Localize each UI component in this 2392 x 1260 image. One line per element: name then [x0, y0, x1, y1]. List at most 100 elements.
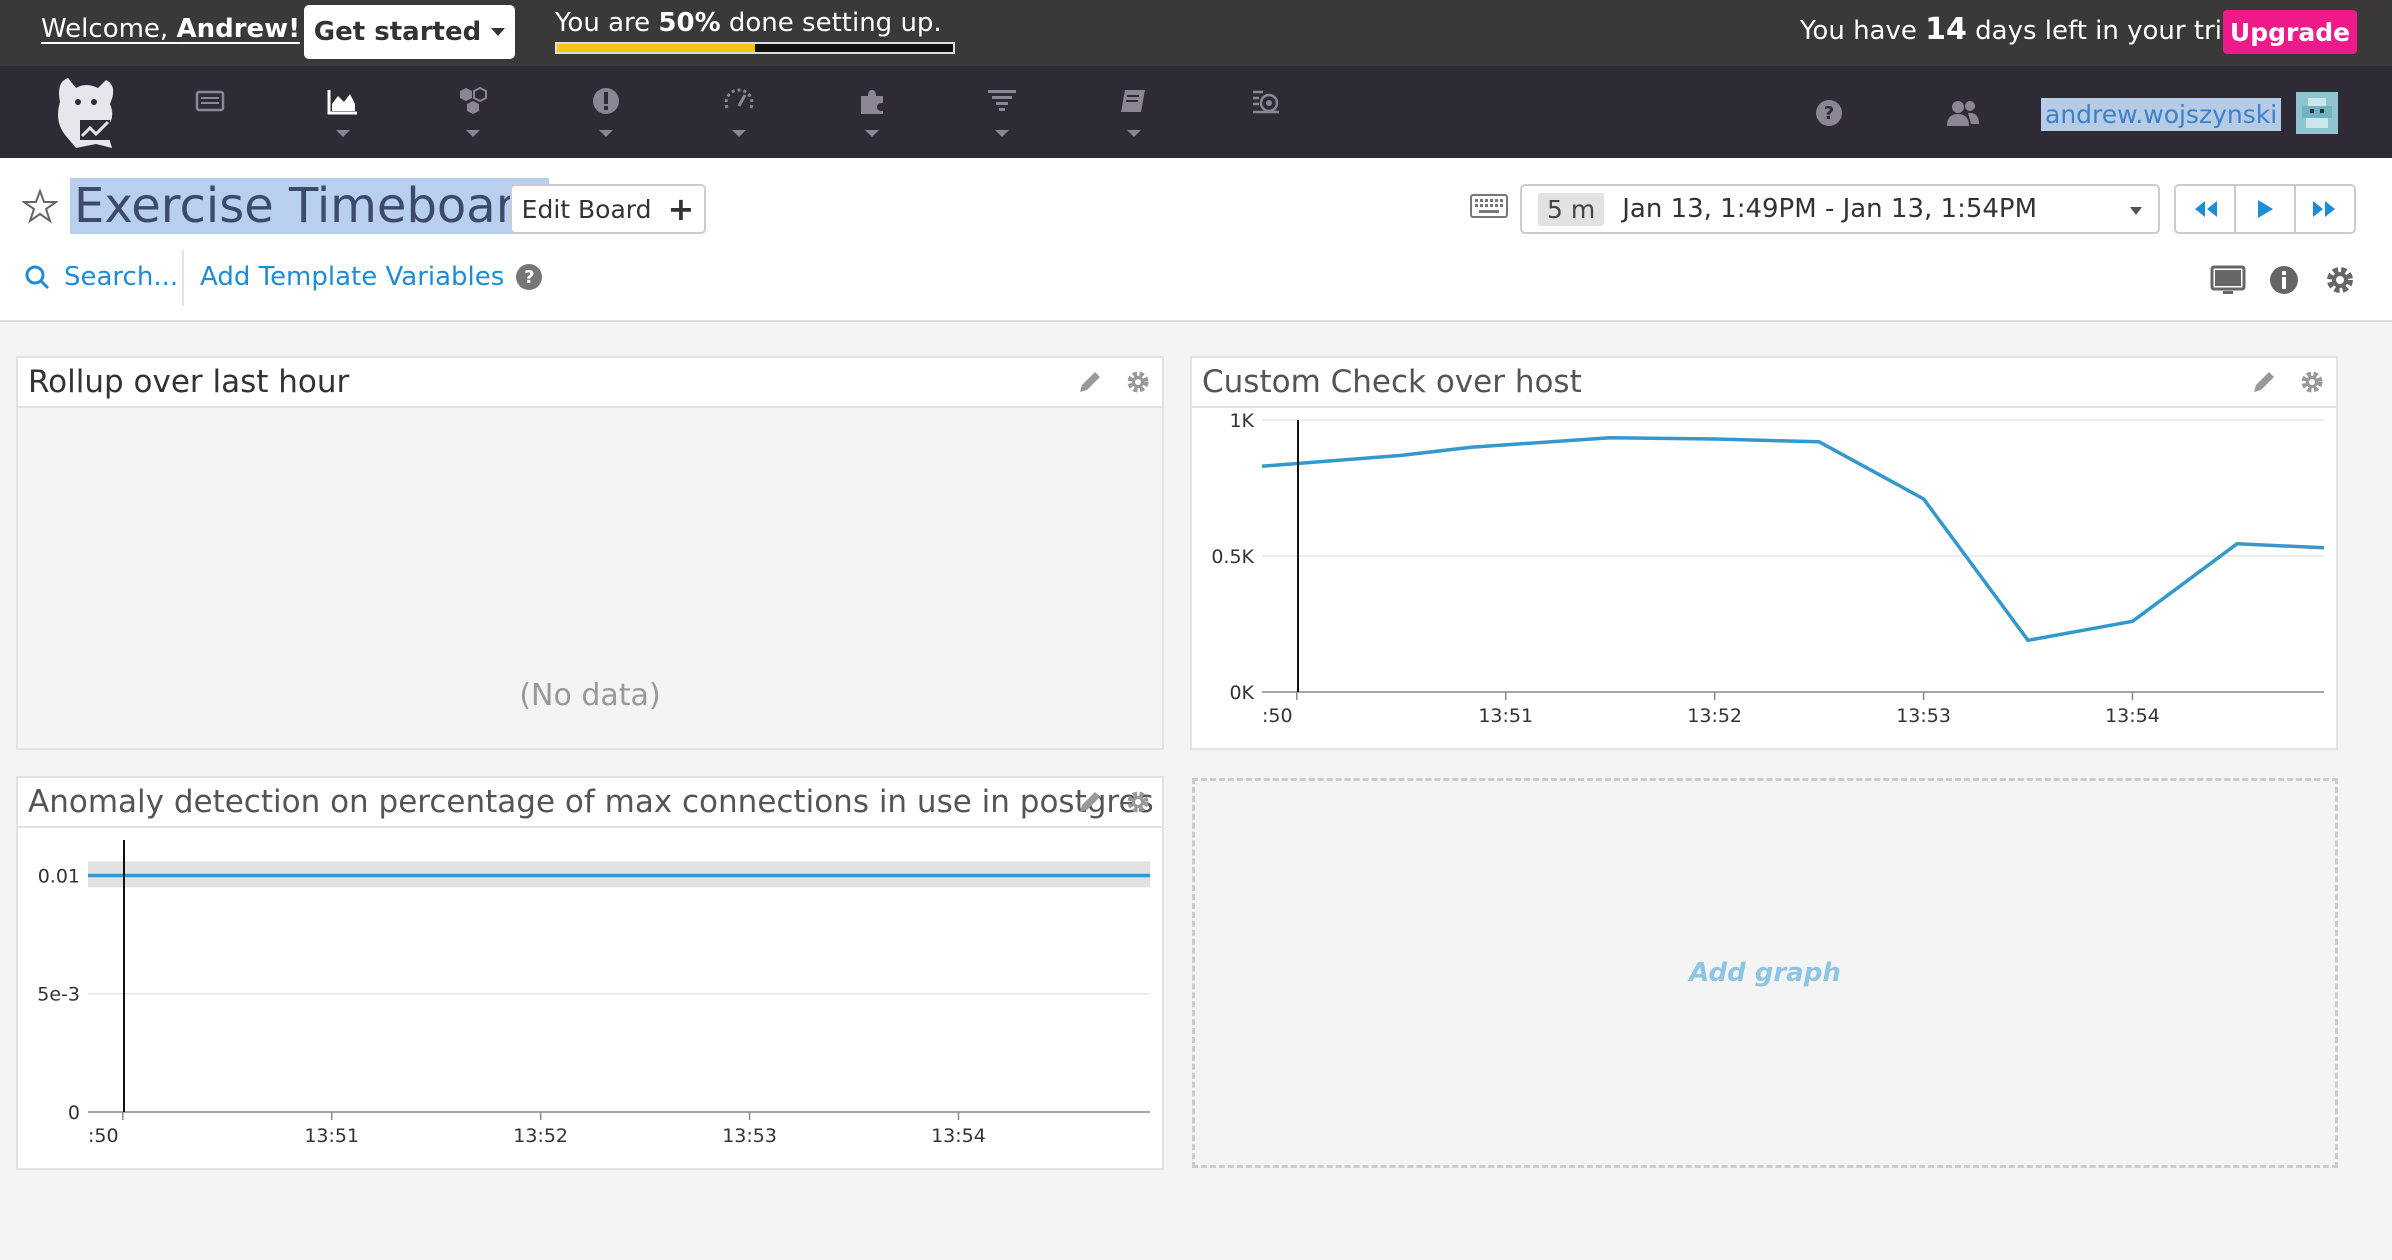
widget-tools — [2240, 358, 2336, 406]
chevron-down-icon — [491, 28, 506, 36]
help-icon[interactable]: ? — [1810, 94, 1848, 132]
trial-days: 14 — [1925, 12, 1967, 47]
team-icon[interactable] — [1944, 94, 1982, 132]
x-tick-label: 13:52 — [513, 1125, 568, 1147]
edit-board-label: Edit Board — [521, 194, 652, 224]
dashboard-header: Exercise Timeboard Edit Board + 5 m Jan 1… — [0, 158, 2392, 322]
widget-tools — [1066, 358, 1162, 406]
widget-header: Custom Check over host — [1192, 358, 2336, 408]
user-avatar-icon — [2302, 98, 2332, 128]
widget-anomaly: Anomaly detection on percentage of max c… — [16, 776, 1164, 1170]
avatar[interactable] — [2296, 92, 2338, 134]
datadog-logo[interactable] — [46, 72, 124, 152]
gauge-icon — [724, 88, 754, 109]
nav-integrations[interactable] — [842, 84, 902, 156]
help-icon[interactable]: ? — [516, 264, 543, 290]
nav-infrastructure[interactable] — [443, 84, 503, 156]
edit-widget-button[interactable] — [2240, 358, 2288, 406]
time-play-button[interactable] — [2234, 184, 2296, 234]
nav-metrics[interactable] — [709, 84, 769, 156]
search-icon — [25, 265, 50, 290]
setup-progress-bar — [555, 42, 955, 54]
time-forward-button[interactable] — [2294, 184, 2356, 234]
add-graph-placeholder[interactable]: Add graph — [1192, 778, 2338, 1168]
fast-forward-icon — [2313, 201, 2335, 217]
widget-header: Anomaly detection on percentage of max c… — [18, 778, 1162, 828]
no-data-message: (No data) — [519, 678, 661, 713]
filter-icon — [988, 90, 1016, 111]
get-started-label: Get started — [313, 17, 482, 47]
trial-prefix: You have — [1800, 16, 1926, 46]
chevron-down-icon — [995, 130, 1009, 137]
y-tick-label: 5e-3 — [37, 984, 80, 1006]
x-tick-label: 13:54 — [931, 1125, 986, 1147]
widget-settings-button[interactable] — [1114, 778, 1162, 826]
puzzle-icon — [861, 90, 883, 114]
y-tick-label: 1K — [1229, 410, 1254, 432]
chevron-down-icon — [865, 130, 879, 137]
timeframe-badge: 5 m — [1538, 192, 1605, 226]
edit-board-button[interactable]: Edit Board + — [510, 184, 706, 234]
trial-suffix: days left in your trial. — [1966, 16, 2254, 46]
info-icon[interactable] — [2266, 262, 2302, 298]
nav-notebooks[interactable] — [1104, 84, 1164, 156]
user-menu[interactable]: andrew.wojszynski — [2041, 98, 2282, 131]
x-tick-label: 13:54 — [2105, 705, 2160, 727]
widget-rollup: Rollup over last hour (No data) — [16, 356, 1164, 750]
nav-dashboards[interactable] — [313, 84, 373, 156]
custom-check-chart[interactable]: 0K 0.5K 1K:50 13:51 13:52 13:53 13:54 — [1192, 410, 2336, 748]
divider — [182, 250, 184, 306]
trial-banner: Welcome, Andrew! Get started You are 50%… — [0, 0, 2392, 66]
keyboard-icon[interactable] — [1470, 194, 1508, 218]
welcome-prefix: Welcome, — [41, 14, 177, 44]
upgrade-button[interactable]: Upgrade — [2223, 10, 2357, 54]
nav-events[interactable] — [180, 84, 240, 156]
y-tick-label: 0 — [68, 1102, 80, 1124]
plus-icon: + — [667, 190, 695, 228]
chevron-down-icon — [1127, 130, 1141, 137]
timeframe-selector[interactable]: 5 m Jan 13, 1:49PM - Jan 13, 1:54PM — [1520, 184, 2160, 234]
search-button[interactable]: Search... — [24, 262, 178, 292]
anomaly-chart[interactable]: 0 5e-3 0.01:50 13:51 13:52 13:53 13:54 — [18, 830, 1162, 1168]
timeframe-controls — [2174, 184, 2356, 234]
setup-progress-fill — [557, 44, 755, 52]
add-template-variables-link[interactable]: Add Template Variables ? — [200, 262, 543, 292]
widget-tools — [1066, 778, 1162, 826]
nav-apm[interactable] — [1236, 84, 1296, 156]
widget-title: Rollup over last hour — [28, 364, 350, 400]
widget-settings-button[interactable] — [2288, 358, 2336, 406]
edit-widget-button[interactable] — [1066, 358, 1114, 406]
setup-progress-text: You are 50% done setting up. — [555, 8, 942, 38]
infrastructure-icon — [460, 86, 487, 114]
template-variables-label: Add Template Variables — [200, 262, 505, 292]
gear-icon — [2301, 371, 2323, 393]
chevron-down-icon — [336, 130, 350, 137]
pencil-icon — [1080, 372, 1100, 392]
welcome-name: Andrew! — [176, 14, 301, 44]
y-tick-label: 0K — [1229, 682, 1254, 704]
series-line — [1261, 435, 2325, 643]
time-back-button[interactable] — [2174, 184, 2236, 234]
gear-icon — [1127, 371, 1149, 393]
widget-settings-button[interactable] — [1114, 358, 1162, 406]
alert-icon — [593, 88, 619, 114]
notebook-icon — [1121, 90, 1145, 112]
edit-widget-button[interactable] — [1066, 778, 1114, 826]
gear-icon[interactable] — [2322, 262, 2358, 298]
nav-logs[interactable] — [972, 84, 1032, 156]
chevron-down-icon — [2130, 207, 2142, 215]
chevron-down-icon — [466, 130, 480, 137]
widget-custom-check: Custom Check over host 0K 0.5K 1K:50 13:51 1… — [1190, 356, 2338, 750]
star-icon[interactable] — [22, 188, 58, 224]
x-tick-label: 13:52 — [1687, 705, 1742, 727]
add-graph-label: Add graph — [1689, 958, 1841, 988]
x-tick-label: 13:51 — [304, 1125, 359, 1147]
widget-title: Custom Check over host — [1202, 364, 1582, 400]
widget-header: Rollup over last hour — [18, 358, 1162, 408]
chevron-down-icon — [599, 130, 613, 137]
tv-mode-icon[interactable] — [2210, 262, 2246, 298]
get-started-button[interactable]: Get started — [304, 5, 515, 59]
y-tick-label: 0.5K — [1211, 546, 1254, 568]
nav-monitors[interactable] — [576, 84, 636, 156]
page-title[interactable]: Exercise Timeboard — [70, 178, 550, 234]
